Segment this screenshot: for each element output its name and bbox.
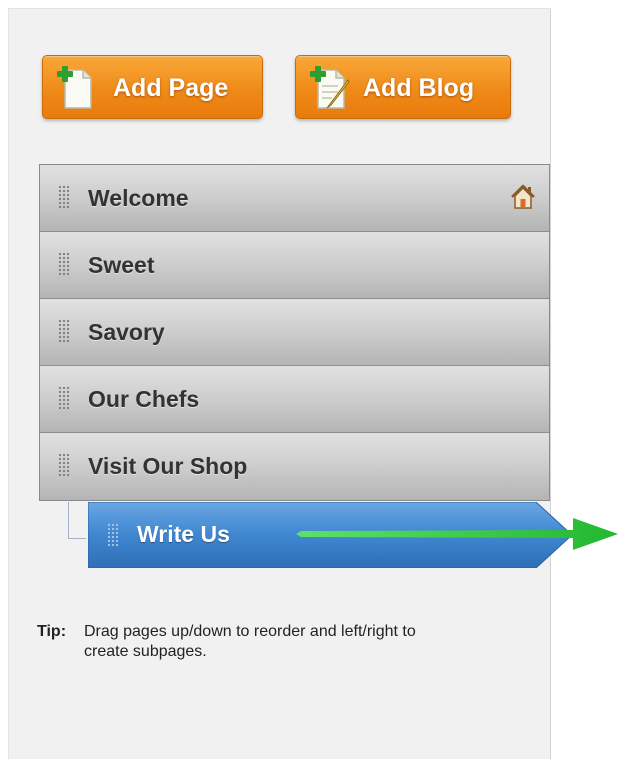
- drag-handle-icon[interactable]: [58, 319, 70, 343]
- page-row-visit-our-shop[interactable]: Visit Our Shop: [40, 433, 549, 500]
- drag-handle-icon[interactable]: [58, 386, 70, 410]
- drag-handle-icon[interactable]: [58, 252, 70, 276]
- page-label: Visit Our Shop: [88, 453, 248, 479]
- page-label: Sweet: [88, 252, 155, 278]
- drag-handle-icon[interactable]: [58, 185, 70, 209]
- page-label: Welcome: [88, 185, 189, 211]
- new-blog-icon: [310, 66, 350, 109]
- page-label: Savory: [88, 319, 165, 345]
- page-row-savory[interactable]: Savory: [40, 299, 549, 366]
- tip-message: Drag pages up/down to reorder and left/r…: [84, 623, 416, 660]
- tip-text-block: Tip: Drag pages up/down to reorder and le…: [37, 622, 457, 662]
- add-blog-button[interactable]: Add Blog: [295, 55, 511, 119]
- page-tree: Welcome Sweet Savory Our Chefs Visit Our…: [39, 164, 550, 501]
- tip-label: Tip:: [37, 623, 67, 640]
- page-label: Our Chefs: [88, 386, 200, 412]
- drag-handle-icon[interactable]: [107, 523, 119, 547]
- home-icon: [511, 184, 535, 209]
- subpage-connector: [68, 502, 86, 539]
- add-page-label: Add Page: [113, 74, 229, 102]
- drag-right-arrow-icon: [296, 518, 618, 550]
- add-page-button[interactable]: Add Page: [42, 55, 263, 119]
- page-row-our-chefs[interactable]: Our Chefs: [40, 366, 549, 433]
- drag-handle-icon[interactable]: [58, 453, 70, 477]
- new-page-icon: [57, 66, 92, 109]
- subpage-label: Write Us: [137, 521, 230, 547]
- page-row-sweet[interactable]: Sweet: [40, 232, 549, 299]
- page-row-welcome[interactable]: Welcome: [40, 165, 549, 232]
- add-blog-label: Add Blog: [363, 74, 475, 102]
